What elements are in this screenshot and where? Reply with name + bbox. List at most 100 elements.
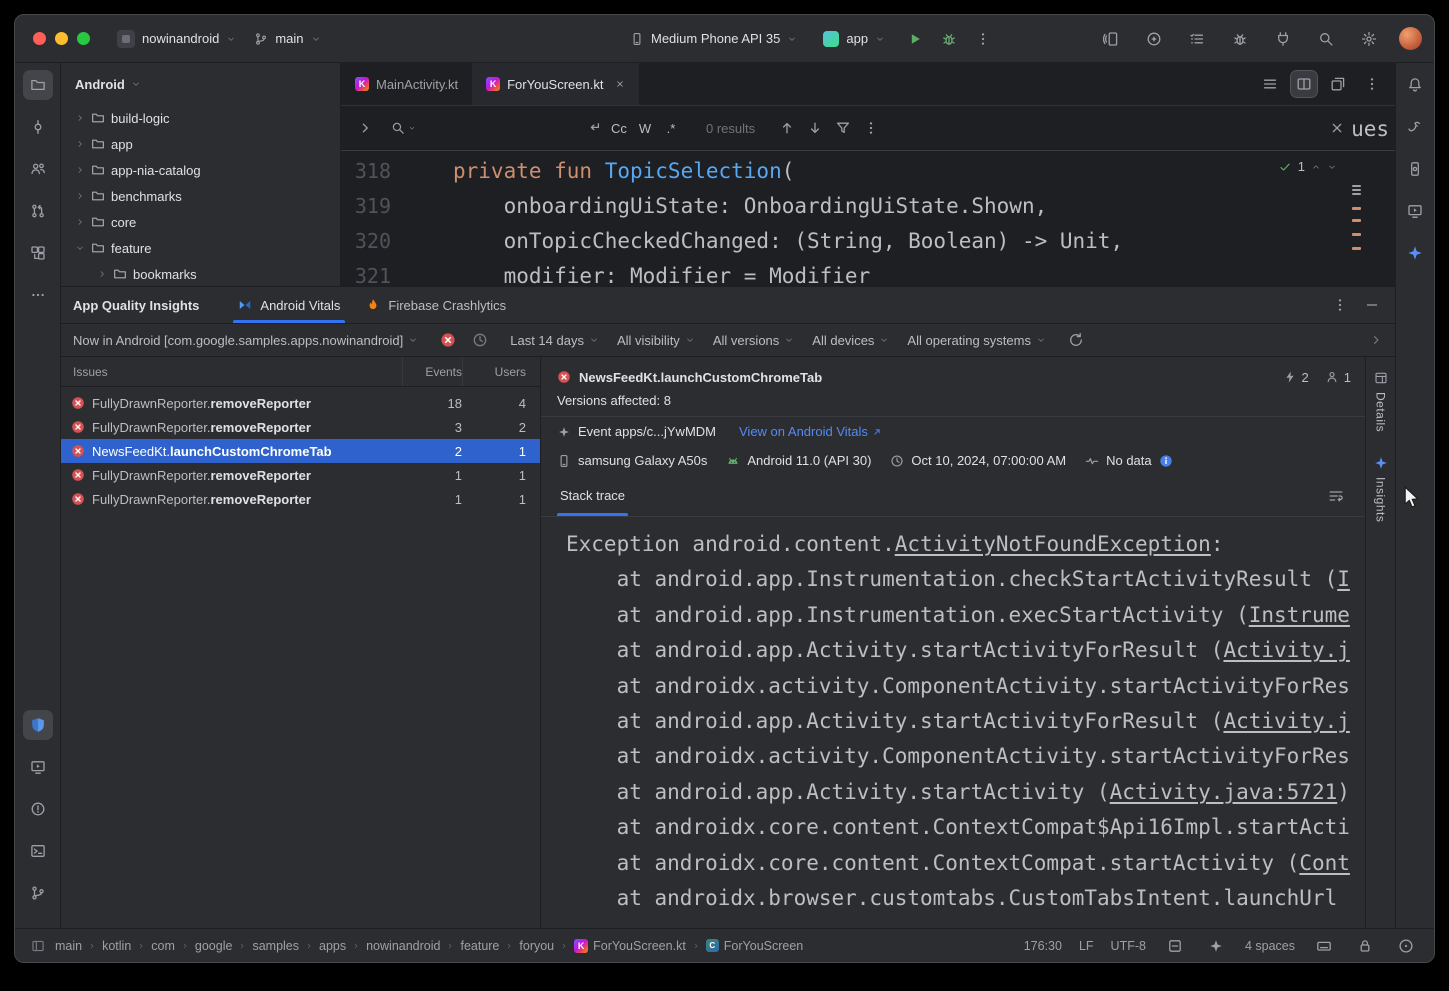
breadcrumb-item[interactable]: KForYouScreen.kt	[574, 939, 686, 953]
tab-android-vitals[interactable]: Android Vitals	[225, 287, 353, 323]
debug-button[interactable]	[936, 26, 962, 52]
version-control-button[interactable]	[23, 878, 53, 908]
zoom-window-button[interactable]	[77, 32, 90, 45]
split-editor-button[interactable]	[1291, 71, 1317, 97]
regex-toggle[interactable]: .*	[658, 116, 684, 140]
terminal-button[interactable]	[23, 836, 53, 866]
app-quality-insights-button[interactable]	[23, 710, 53, 740]
more-tools-button[interactable]	[23, 280, 53, 310]
device-mirroring-button[interactable]	[1098, 26, 1124, 52]
running-devices-button[interactable]	[23, 752, 53, 782]
tree-item-feature[interactable]: feature	[61, 235, 340, 261]
hide-panel-button[interactable]	[1359, 292, 1385, 318]
problems-button[interactable]	[23, 794, 53, 824]
close-tab-button[interactable]	[615, 79, 625, 89]
stack-link[interactable]: ActivityNotFoundException	[895, 532, 1211, 556]
user-avatar[interactable]	[1399, 27, 1422, 50]
tab-firebase-crashlytics[interactable]: Firebase Crashlytics	[353, 287, 519, 323]
more-search-options-button[interactable]	[859, 116, 883, 140]
info-icon[interactable]	[1159, 454, 1173, 468]
column-issues[interactable]: Issues	[61, 365, 402, 379]
stack-link[interactable]: I	[1337, 567, 1350, 591]
run-config-selector[interactable]: app	[814, 27, 894, 51]
task-list-button[interactable]	[1184, 26, 1210, 52]
keyboard-status-button[interactable]	[1312, 934, 1336, 958]
view-on-android-vitals-link[interactable]: View on Android Vitals	[739, 424, 882, 439]
stack-link[interactable]: Activity.java:5721	[1110, 780, 1338, 804]
event-log-button[interactable]	[1394, 934, 1418, 958]
breadcrumb-item[interactable]: google	[195, 939, 233, 953]
last-14-days-dropdown[interactable]: Last 14 days	[510, 333, 599, 348]
fatal-filter-button[interactable]	[436, 328, 460, 352]
side-tab-details[interactable]: Details	[1374, 371, 1388, 432]
refresh-button[interactable]	[1064, 328, 1088, 352]
panel-options-button[interactable]	[1327, 292, 1353, 318]
column-events[interactable]: Events	[402, 357, 462, 386]
vcs-branch-selector[interactable]: main	[245, 27, 329, 50]
tree-item-benchmarks[interactable]: benchmarks	[61, 183, 340, 209]
stack-link[interactable]: Activity.j	[1223, 709, 1349, 733]
code-editor[interactable]: 318private fun TopicSelection(319 onboar…	[341, 151, 1395, 285]
expand-replace-button[interactable]	[353, 116, 377, 140]
project-selector[interactable]: nowinandroid	[108, 26, 245, 52]
minimize-window-button[interactable]	[55, 32, 68, 45]
settings-gear-button[interactable]	[1356, 26, 1382, 52]
run-button[interactable]	[902, 26, 928, 52]
match-case-toggle[interactable]: Cc	[606, 116, 632, 140]
breadcrumb-item[interactable]: kotlin	[102, 939, 131, 953]
stack-link[interactable]: Activity.j	[1223, 638, 1349, 662]
previous-occurrence-button[interactable]	[775, 116, 799, 140]
app-filter-dropdown[interactable]: Now in Android [com.google.samples.apps.…	[73, 333, 418, 348]
tool-windows-icon[interactable]	[31, 939, 45, 953]
issue-row[interactable]: FullyDrawnReporter.removeReporter11	[61, 463, 540, 487]
breadcrumb-item[interactable]: samples	[252, 939, 299, 953]
running-devices-button[interactable]	[1400, 196, 1430, 226]
all-devices-dropdown[interactable]: All devices	[812, 333, 889, 348]
soft-wrap-button[interactable]	[1323, 483, 1349, 509]
gradle-button[interactable]	[1400, 112, 1430, 142]
breadcrumb-item[interactable]: com	[151, 939, 175, 953]
device-manager-button[interactable]	[1400, 154, 1430, 184]
file-encoding[interactable]: UTF-8	[1111, 939, 1146, 953]
words-toggle[interactable]: W	[632, 116, 658, 140]
search-input[interactable]	[424, 121, 574, 136]
column-users[interactable]: Users	[462, 357, 526, 386]
breadcrumb-item[interactable]: foryou	[519, 939, 554, 953]
breadcrumb-item[interactable]: feature	[460, 939, 499, 953]
services-button[interactable]	[23, 238, 53, 268]
tree-item-core[interactable]: core	[61, 209, 340, 235]
editor-tab-MainActivity.kt[interactable]: KMainActivity.kt	[341, 63, 472, 105]
next-occurrence-button[interactable]	[803, 116, 827, 140]
tree-item-build-logic[interactable]: build-logic	[61, 105, 340, 131]
more-run-actions-button[interactable]	[970, 26, 996, 52]
issue-row[interactable]: FullyDrawnReporter.removeReporter11	[61, 487, 540, 511]
project-view-selector[interactable]: Android	[75, 77, 141, 92]
tree-item-bookmarks[interactable]: bookmarks	[61, 261, 340, 286]
search-button[interactable]	[1313, 26, 1339, 52]
close-search-button[interactable]	[1325, 116, 1349, 140]
editor-tab-ForYouScreen.kt[interactable]: KForYouScreen.kt	[472, 63, 639, 105]
list-button[interactable]	[1257, 71, 1283, 97]
filter-search-button[interactable]	[831, 116, 855, 140]
ai-actions-button[interactable]	[1141, 26, 1167, 52]
project-folder-button[interactable]	[23, 70, 53, 100]
issue-row[interactable]: FullyDrawnReporter.removeReporter184	[61, 391, 540, 415]
bug-button[interactable]	[1227, 26, 1253, 52]
stack-link[interactable]: Instrume	[1249, 603, 1350, 627]
close-window-button[interactable]	[33, 32, 46, 45]
anr-filter-button[interactable]	[468, 328, 492, 352]
all-operating-systems-dropdown[interactable]: All operating systems	[907, 333, 1046, 348]
people-button[interactable]	[23, 154, 53, 184]
more-vertical-button[interactable]	[1359, 71, 1385, 97]
side-tab-insights[interactable]: Insights	[1374, 456, 1388, 522]
breadcrumb-item[interactable]: apps	[319, 939, 346, 953]
pull-requests-button[interactable]	[23, 196, 53, 226]
inspection-widget[interactable]: 1	[1278, 159, 1337, 174]
tree-item-app[interactable]: app	[61, 131, 340, 157]
breadcrumb-item[interactable]: main	[55, 939, 82, 953]
stack-link[interactable]: Cont	[1299, 851, 1350, 875]
ai-assistant-status-button[interactable]	[1204, 934, 1228, 958]
notifications-button[interactable]	[1400, 70, 1430, 100]
all-versions-dropdown[interactable]: All versions	[713, 333, 794, 348]
lock-status-button[interactable]	[1353, 934, 1377, 958]
